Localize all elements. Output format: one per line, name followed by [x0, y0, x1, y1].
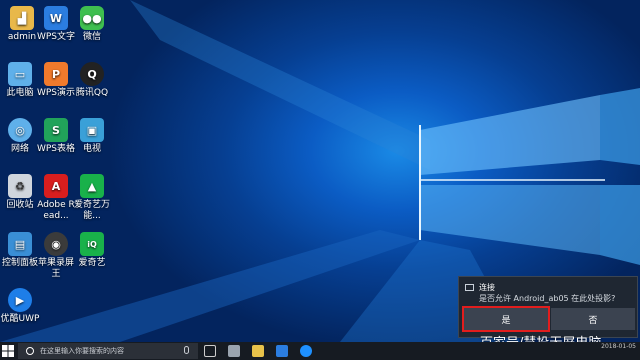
file-explorer-icon[interactable] — [252, 345, 264, 357]
wps-writer-icon: W — [44, 6, 68, 30]
desktop-icon-label: 回收站 — [6, 200, 34, 210]
wps-presentation-icon: P — [44, 62, 68, 86]
desktop-icon-youku[interactable]: ▶ 优酷UWP — [0, 288, 40, 325]
desktop-icon-label: 腾讯QQ — [75, 88, 109, 98]
taskbar: 在这里输入你要搜索的内容 2018-01-05 — [0, 342, 640, 360]
task-view-icon[interactable] — [204, 345, 216, 357]
network-icon: ◎ — [8, 118, 32, 142]
desktop-icon-grid: ▟ admin W WPS文字 ●● 微信 ▭ 此电脑 P WPS演示 Q 腾讯… — [0, 0, 130, 342]
desktop-icon-label: WPS表格 — [36, 144, 76, 154]
iqiyi-icon: iQ — [80, 232, 104, 256]
desktop-icon-label: WPS演示 — [36, 88, 76, 98]
desktop-icon-label: Adobe Read... — [37, 200, 75, 221]
desktop-icon-label: 微信 — [82, 32, 101, 42]
desktop-icon-control-panel[interactable]: ▤ 控制面板 — [0, 232, 40, 269]
wechat-icon: ●● — [80, 6, 104, 30]
desktop-icon-wechat[interactable]: ●● 微信 — [72, 6, 112, 43]
user-folder-icon: ▟ — [10, 6, 34, 30]
desktop-icon-iqiyi-player[interactable]: ▲ 爱奇艺万能... — [72, 174, 112, 222]
desktop-icon-label: 此电脑 — [6, 88, 34, 98]
system-clock[interactable]: 2018-01-05 — [601, 343, 636, 351]
store-icon[interactable] — [276, 345, 288, 357]
control-panel-icon: ▤ — [8, 232, 32, 256]
microphone-icon[interactable] — [184, 346, 189, 354]
desktop-icon-label: 爱奇艺 — [78, 258, 106, 268]
youku-icon: ▶ — [8, 288, 32, 312]
cast-screen-icon — [465, 284, 474, 291]
notification-message: 是否允许 Android_ab05 在此处投影? — [479, 294, 616, 303]
tv-icon: ▣ — [80, 118, 104, 142]
desktop-icon-wps-presentation[interactable]: P WPS演示 — [36, 62, 76, 99]
windows-start-icon[interactable] — [2, 345, 14, 357]
adobe-reader-icon: A — [44, 174, 68, 198]
this-pc-icon: ▭ — [8, 62, 32, 86]
qq-icon: Q — [80, 62, 104, 86]
desktop-icon-label: 控制面板 — [1, 258, 38, 268]
desktop-icon-recycle-bin[interactable]: ♻ 回收站 — [0, 174, 40, 211]
desktop-icon-tv[interactable]: ▣ 电视 — [72, 118, 112, 155]
desktop-icon-this-pc[interactable]: ▭ 此电脑 — [0, 62, 40, 99]
desktop-icon-label: 苹果录屏王 — [37, 258, 74, 279]
deny-button[interactable]: 否 — [551, 308, 635, 330]
screen-recorder-icon: ◉ — [44, 232, 68, 256]
connect-notification: 连接 是否允许 Android_ab05 在此处投影? 是 否 — [458, 276, 638, 338]
cortana-icon — [26, 347, 34, 355]
desktop-icon-iqiyi[interactable]: iQ 爱奇艺 — [72, 232, 112, 269]
wps-spreadsheet-icon: S — [44, 118, 68, 142]
desktop-icon-qq[interactable]: Q 腾讯QQ — [72, 62, 112, 99]
desktop-icon-label: 网络 — [10, 144, 29, 154]
desktop-icon-label: WPS文字 — [36, 32, 76, 42]
desktop-icon-label: 爱奇艺万能... — [73, 200, 110, 221]
recycle-bin-icon: ♻ — [8, 174, 32, 198]
desktop-icon-network[interactable]: ◎ 网络 — [0, 118, 40, 155]
desktop-icon-label: 电视 — [82, 144, 101, 154]
desktop-icon-wps-spreadsheet[interactable]: S WPS表格 — [36, 118, 76, 155]
clock-date: 2018-01-05 — [601, 343, 636, 350]
media-player-icon[interactable] — [228, 345, 240, 357]
desktop-icon-adobe-reader[interactable]: A Adobe Read... — [36, 174, 76, 222]
edge-browser-icon[interactable] — [300, 345, 312, 357]
desktop-icon-label: 优酷UWP — [0, 314, 40, 324]
allow-button[interactable]: 是 — [462, 306, 550, 332]
taskbar-search-box[interactable]: 在这里输入你要搜索的内容 — [18, 343, 198, 359]
notification-title: 连接 — [479, 283, 495, 292]
iqiyi-player-icon: ▲ — [80, 174, 104, 198]
desktop-icon-wps-writer[interactable]: W WPS文字 — [36, 6, 76, 43]
desktop-icon-screen-recorder[interactable]: ◉ 苹果录屏王 — [36, 232, 76, 280]
search-placeholder: 在这里输入你要搜索的内容 — [40, 347, 124, 355]
